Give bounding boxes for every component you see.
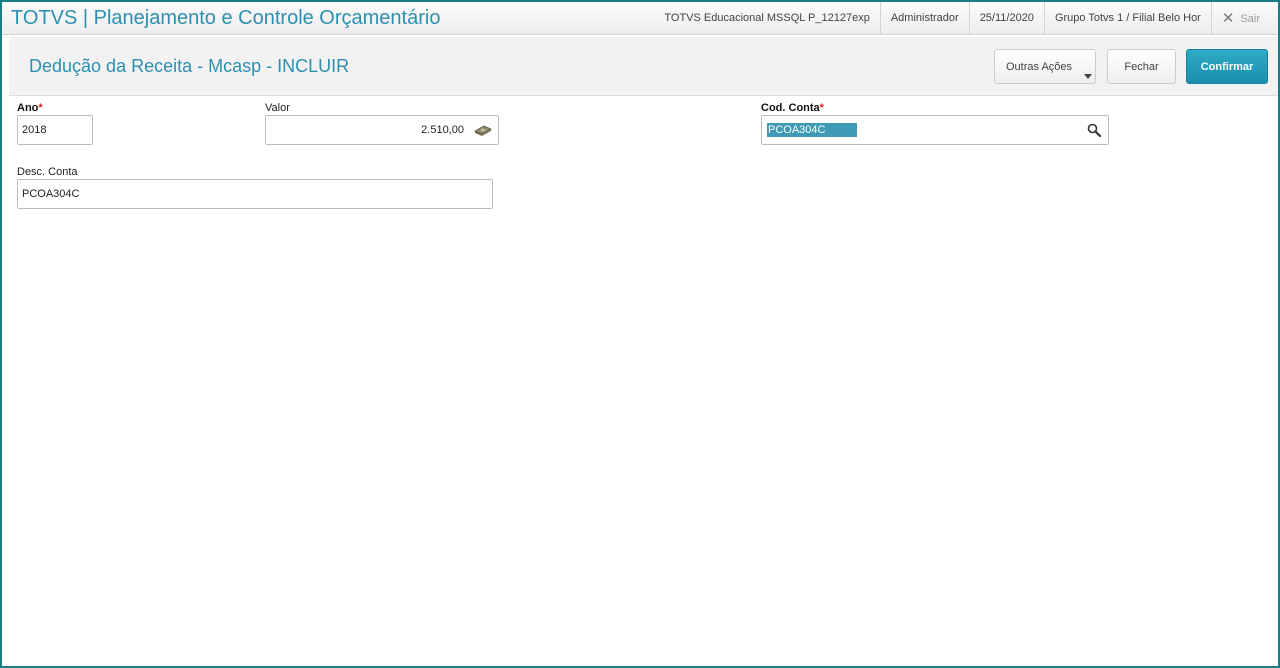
top-bar: TOTVS | Planejamento e Controle Orçament… — [2, 2, 1278, 35]
ano-label-text: Ano — [17, 102, 39, 114]
app-window: TOTVS | Planejamento e Controle Orçament… — [0, 0, 1280, 668]
confirm-button-label: Confirmar — [1200, 60, 1254, 73]
page-title: Dedução da Receita - Mcasp - INCLUIR — [29, 56, 350, 76]
close-button[interactable]: Fechar — [1107, 49, 1176, 84]
exit-label: Sair — [1240, 12, 1260, 25]
page-header: Dedução da Receita - Mcasp - INCLUIR Out… — [9, 37, 1278, 96]
more-actions-label: Outras Ações — [1006, 60, 1073, 73]
branch-label[interactable]: Grupo Totvs 1 / Filial Belo Hor — [1043, 2, 1211, 35]
cod-conta-field[interactable]: PCOA304C — [761, 115, 1109, 145]
close-button-label: Fechar — [1124, 60, 1159, 73]
required-mark: * — [38, 102, 43, 114]
user-label: Administrador — [879, 2, 969, 35]
confirm-button[interactable]: Confirmar — [1186, 49, 1268, 84]
more-actions-button[interactable]: Outras Ações — [994, 49, 1096, 84]
ano-label: Ano* — [17, 102, 43, 114]
cod-conta-label-text: Cod. Conta — [761, 102, 820, 114]
chevron-down-icon — [1084, 74, 1092, 79]
desc-conta-value: PCOA304C — [22, 188, 80, 200]
date-label: 25/11/2020 — [968, 2, 1044, 35]
required-mark: * — [819, 102, 824, 114]
environment-label: TOTVS Educacional MSSQL P_12127exp — [664, 12, 870, 24]
cod-conta-value: PCOA304C — [767, 123, 857, 137]
ano-value: 2018 — [22, 124, 47, 136]
app-title: TOTVS | Planejamento e Controle Orçament… — [11, 7, 441, 29]
session-info: TOTVS Educacional MSSQL P_12127exp Admin… — [654, 2, 1278, 35]
search-icon[interactable] — [1087, 123, 1101, 137]
cod-conta-label: Cod. Conta* — [761, 102, 824, 114]
money-icon[interactable] — [473, 123, 493, 137]
ano-field[interactable]: 2018 — [17, 115, 93, 145]
valor-value: 2.510,00 — [421, 124, 464, 136]
valor-field[interactable]: 2.510,00 — [265, 115, 499, 145]
exit-button[interactable]: ✕ Sair — [1210, 2, 1278, 35]
close-icon: ✕ — [1221, 10, 1235, 27]
desc-conta-field[interactable]: PCOA304C — [17, 179, 493, 209]
valor-label: Valor — [265, 102, 290, 114]
desc-conta-label: Desc. Conta — [17, 166, 78, 178]
